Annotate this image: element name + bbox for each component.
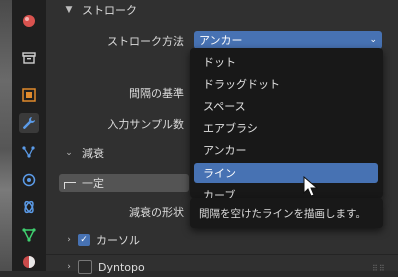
menu-item-anchored[interactable]: アンカー [194, 140, 378, 160]
falloff-shape-label: 減衰の形状 [129, 206, 184, 219]
stroke-method-label: ストローク方法 [107, 35, 184, 48]
tab-object[interactable] [19, 85, 39, 105]
tab-physics[interactable] [19, 170, 39, 190]
cursor-checkbox[interactable]: ✓ [78, 234, 90, 246]
chevron-right-icon: › [67, 235, 71, 245]
constraints-icon [24, 200, 34, 214]
chevron-down-icon: ▼ [65, 5, 73, 15]
tab-particles[interactable] [19, 142, 39, 162]
tab-constraints[interactable] [19, 197, 39, 217]
falloff-preset-dropdown[interactable]: 一定 [59, 174, 189, 192]
chevron-down-icon: ⌄ [65, 148, 73, 158]
dyntopo-section-title: Dyntopo [98, 260, 145, 274]
tab-data[interactable] [19, 225, 39, 245]
input-samples-label: 入力サンプル数 [107, 118, 184, 131]
menu-item-airbrush[interactable]: エアブラシ [194, 118, 378, 138]
tooltip-text: 間隔を空けたラインを描画します。 [199, 207, 366, 220]
cursor-section-header[interactable]: › ✓ カーソル [62, 230, 382, 250]
tab-collection[interactable] [19, 48, 39, 68]
tooltip: 間隔を空けたラインを描画します。 [190, 198, 383, 228]
stroke-section-title: ストローク [82, 4, 137, 17]
stroke-method-value: アンカー [199, 34, 243, 47]
material-icon [23, 256, 35, 268]
menu-item-line[interactable]: ライン [194, 163, 378, 183]
viewport-edge [0, 0, 12, 271]
stroke-method-dropdown[interactable]: アンカー ⌄ [194, 31, 382, 49]
drag-handle-icon[interactable]: ⠿⠿ [372, 264, 386, 273]
mouse-pointer-icon [303, 176, 319, 197]
physics-icon [22, 173, 36, 187]
wrench-icon [23, 117, 35, 129]
tab-world[interactable] [19, 11, 39, 31]
stroke-section-header[interactable]: ▼ ストローク [62, 0, 382, 20]
menu-item-drag-dot[interactable]: ドラッグドット [194, 74, 378, 94]
menu-item-curve[interactable]: カーブ [194, 185, 378, 198]
dyntopo-checkbox[interactable] [78, 260, 92, 274]
tab-modifiers[interactable] [19, 113, 39, 133]
collection-icon [22, 52, 36, 64]
particles-icon [22, 146, 35, 158]
falloff-section-title: 減衰 [82, 147, 104, 160]
spacing-label: 間隔の基準 [129, 87, 184, 100]
stroke-method-menu: ドット ドラッグドット スペース エアブラシ アンカー ライン カーブ [190, 48, 383, 198]
dyntopo-section-header[interactable]: › Dyntopo [62, 257, 382, 277]
chevron-down-icon: ⌄ [369, 35, 377, 45]
falloff-section-header[interactable]: ⌄ 減衰 [62, 143, 182, 163]
falloff-preset-value: 一定 [82, 177, 104, 190]
cursor-section-title: カーソル [96, 234, 140, 247]
tab-material[interactable] [19, 252, 39, 272]
properties-tab-bar [12, 0, 46, 271]
section-divider [46, 254, 398, 255]
menu-item-space[interactable]: スペース [194, 96, 378, 116]
menu-item-dots[interactable]: ドット [194, 52, 378, 72]
world-icon [23, 15, 35, 27]
curve-constant-icon [64, 181, 76, 189]
object-icon [22, 88, 36, 102]
data-icon [22, 228, 36, 242]
